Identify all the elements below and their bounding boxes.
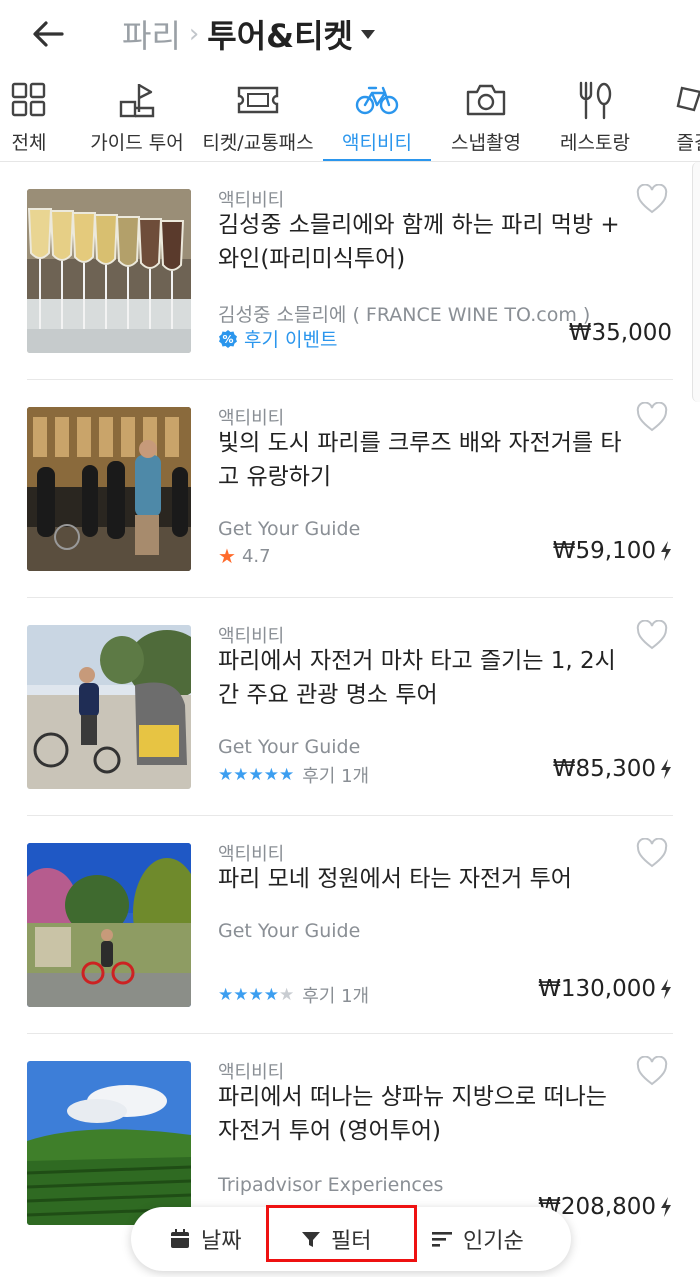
item-rating: ★ ★ ★ ★ ★ 후기 1개 [218,982,369,1008]
tab-label: 즐길 [676,132,700,154]
item-provider: Get Your Guide [218,920,361,942]
list-item[interactable]: 액티비티 김성중 소믈리에와 함께 하는 파리 먹방 + 와인(파리미식투어) … [0,162,700,380]
product-image-pedicab [27,625,191,789]
item-price: ₩85,300 [553,756,672,782]
tab-label: 레스토랑 [560,132,630,154]
top-bar: 파리 › 투어&티켓 [0,0,700,70]
instant-confirm-bolt-icon [661,979,671,999]
tab-label: 가이드 투어 [90,132,184,154]
date-label: 날짜 [201,1229,242,1254]
heart-icon[interactable] [636,1056,668,1086]
review-count: 후기 1개 [302,766,370,787]
item-rating: ★ ★ ★ ★ ★ 후기 1개 [218,762,369,788]
tab-more[interactable]: 즐길 [664,70,700,161]
star-icon: ★ [279,765,295,785]
event-label: 후기 이벤트 [244,329,338,351]
list-item[interactable]: 액티비티 빛의 도시 파리를 크루즈 배와 자전거를 타고 유랑하기 Get Y… [0,380,700,598]
product-image-wine-glasses [27,189,191,353]
star-icon: ★ [248,765,264,785]
item-provider: 김성중 소믈리에 ( FRANCE WINE TO.com ) [218,304,591,326]
item-title[interactable]: 빛의 도시 파리를 크루즈 배와 자전거를 타고 유랑하기 [218,426,628,494]
item-provider: Tripadvisor Experiences [218,1174,444,1196]
list-item[interactable]: 액티비티 파리에서 자전거 마차 타고 즐기는 1, 2시간 주요 관광 명소 … [0,598,700,816]
flag-guide-icon [119,83,155,118]
star-rating: ★ ★ ★ ★ ★ [218,985,294,1005]
review-count: 후기 1개 [302,986,370,1007]
bicycle-icon [355,86,399,115]
tab-ticket[interactable]: 티켓/교통패스 [196,70,320,161]
breadcrumb: 파리 › 투어&티켓 [122,12,375,56]
product-image-vineyard [27,1061,191,1225]
star-icon: ★ [218,985,234,1005]
star-empty-icon: ★ [279,985,295,1005]
sort-button[interactable]: 인기순 [431,1207,524,1271]
ticket-icon [237,86,279,114]
heart-icon[interactable] [636,838,668,868]
star-icon: ★ [233,985,249,1005]
price-value: ₩85,300 [552,756,656,782]
rating-value: 4.7 [241,545,271,567]
date-button[interactable]: 날짜 [169,1207,241,1271]
review-event-badge: % 후기 이벤트 [218,325,337,352]
grid-icon [11,82,46,117]
back-arrow-icon[interactable] [28,14,68,54]
camera-icon [466,84,506,116]
item-title[interactable]: 파리에서 떠나는 샹파뉴 지방으로 떠나는 자전거 투어 (영어투어) [218,1080,628,1148]
star-icon: ★ [248,985,264,1005]
cutlery-icon [579,81,612,120]
tab-label: 액티비티 [342,132,412,154]
item-title[interactable]: 파리에서 자전거 마차 타고 즐기는 1, 2시간 주요 관광 명소 투어 [218,644,628,712]
more-icon [676,86,700,112]
svg-text:%: % [222,333,233,346]
item-rating: ★ 4.7 [218,544,271,568]
item-provider: Get Your Guide [218,518,361,540]
star-icon: ★ [218,544,236,568]
price-value: ₩59,100 [552,538,656,564]
tab-restaurant[interactable]: 레스토랑 [548,70,642,161]
tab-label: 티켓/교통패스 [202,132,314,154]
item-price: ₩59,100 [553,538,672,564]
item-provider: Get Your Guide [218,736,361,758]
tab-snap-photo[interactable]: 스냅촬영 [440,70,532,161]
filter-highlight-box [266,1205,417,1262]
product-image-monet-garden [27,843,191,1007]
tab-guide-tour[interactable]: 가이드 투어 [84,70,190,161]
item-title[interactable]: 김성중 소믈리에와 함께 하는 파리 먹방 + 와인(파리미식투어) [218,208,628,276]
item-price: ₩130,000 [538,976,672,1002]
page-title[interactable]: 투어&티켓 [207,11,353,57]
heart-icon[interactable] [636,402,668,432]
calendar-icon [171,1229,189,1248]
star-icon: ★ [218,765,234,785]
discount-badge-icon: % [219,329,237,348]
sort-icon [432,1232,452,1247]
instant-confirm-bolt-icon [661,759,671,779]
tab-all[interactable]: 전체 [0,70,58,161]
breadcrumb-city[interactable]: 파리 [122,11,181,57]
category-tabs: 전체 가이드 투어 티켓/교통패스 액티비티 스냅촬영 레스토랑 즐 [0,70,700,162]
tab-activity[interactable]: 액티비티 [323,70,431,161]
instant-confirm-bolt-icon [661,1197,671,1217]
breadcrumb-separator-icon: › [188,19,200,49]
tab-label: 스냅촬영 [451,132,521,154]
sort-label: 인기순 [463,1229,524,1254]
product-image-night-bike-group [27,407,191,571]
instant-confirm-bolt-icon [661,541,671,561]
star-rating: ★ ★ ★ ★ ★ [218,765,294,785]
heart-icon[interactable] [636,184,668,214]
chevron-down-icon[interactable] [360,29,375,39]
item-price: ₩35,000 [569,320,672,346]
star-icon: ★ [233,765,249,785]
price-value: ₩130,000 [538,976,656,1002]
star-icon: ★ [263,765,279,785]
heart-icon[interactable] [636,620,668,650]
item-title[interactable]: 파리 모네 정원에서 타는 자전거 투어 [218,862,628,896]
list-item[interactable]: 액티비티 파리 모네 정원에서 타는 자전거 투어 Get Your Guide… [0,816,700,1034]
tab-label: 전체 [11,132,47,154]
star-icon: ★ [263,985,279,1005]
price-value: ₩35,000 [568,320,672,346]
